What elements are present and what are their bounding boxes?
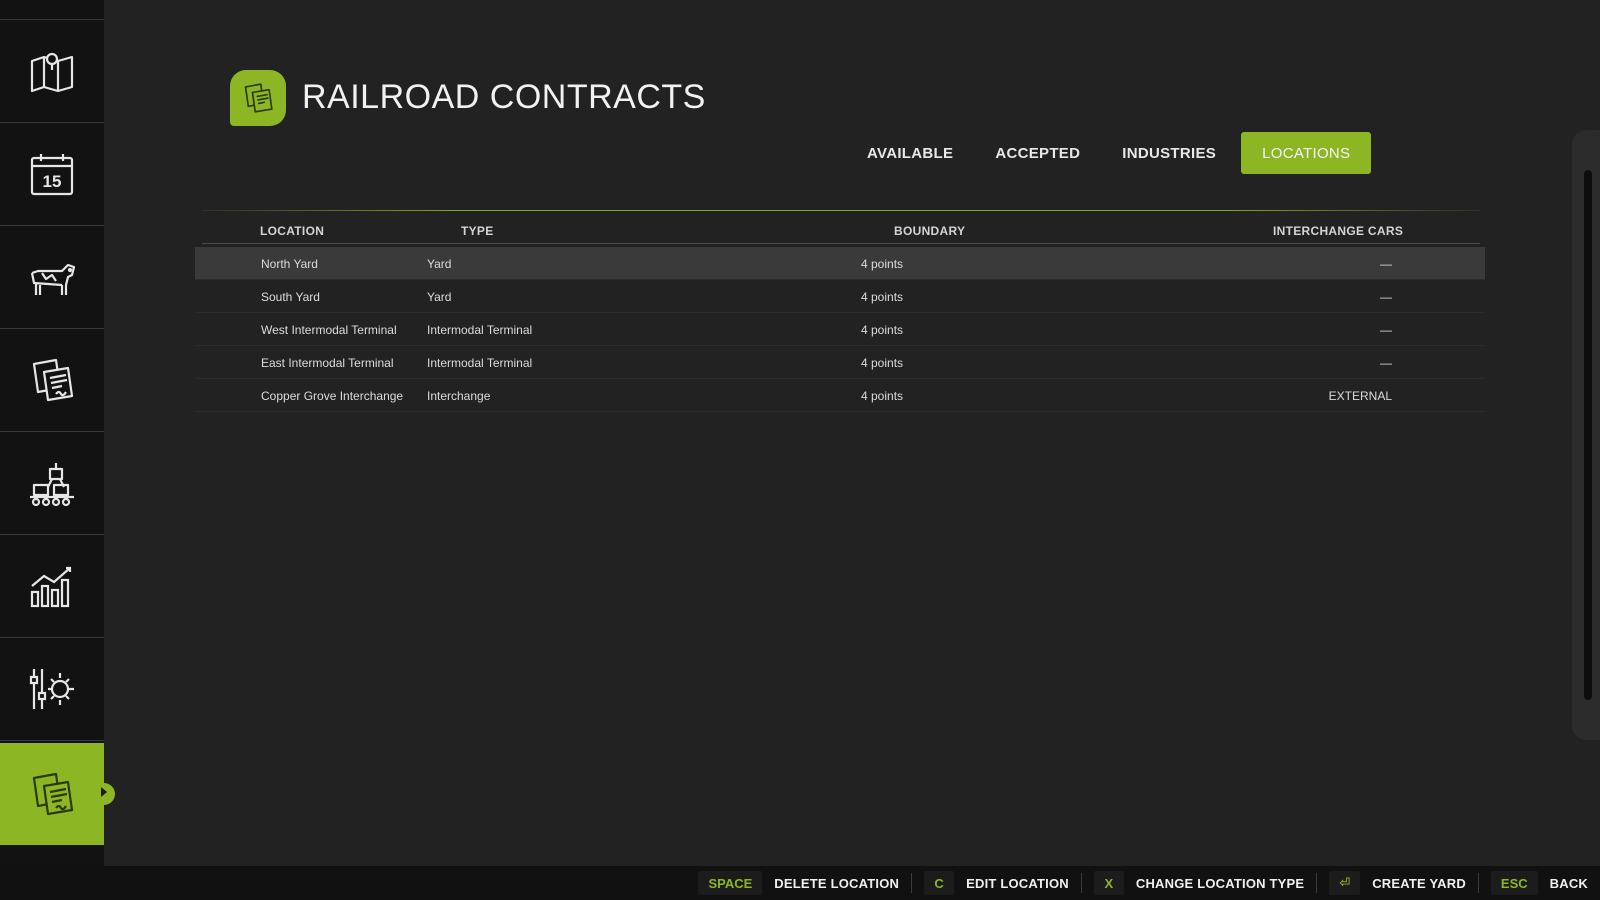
cell-type: Interchange — [427, 389, 491, 403]
hint-label: DELETE LOCATION — [774, 875, 900, 891]
tab-industries[interactable]: INDUSTRIES — [1101, 132, 1237, 174]
cell-interchange-cars: — — [1380, 356, 1392, 370]
hint-separator — [1316, 873, 1318, 893]
cell-location: East Intermodal Terminal — [261, 356, 394, 370]
column-header-boundary: BOUNDARY — [894, 224, 966, 238]
cell-boundary: 4 points — [861, 356, 904, 370]
cell-interchange-cars: — — [1380, 257, 1392, 271]
cell-interchange-cars: EXTERNAL — [1328, 389, 1392, 403]
hint-edit-location[interactable]: C EDIT LOCATION — [924, 871, 1094, 895]
tab-available[interactable]: AVAILABLE — [846, 132, 974, 174]
hint-back[interactable]: ESC BACK — [1490, 871, 1588, 895]
table-row[interactable]: East Intermodal Terminal Intermodal Term… — [195, 346, 1485, 379]
cell-location: West Intermodal Terminal — [261, 323, 397, 337]
key-badge: SPACE — [698, 871, 763, 895]
column-header-location: LOCATION — [260, 224, 325, 238]
cell-type: Yard — [427, 290, 452, 304]
statistics-icon — [30, 566, 72, 608]
enter-key-icon: ⏎ — [1329, 871, 1361, 895]
contracts-icon — [32, 358, 74, 402]
sidebar: 15 — [0, 0, 107, 866]
settings-icon — [29, 669, 74, 709]
sidebar-item-railroad-contracts[interactable] — [0, 743, 107, 845]
cell-boundary: 4 points — [861, 290, 904, 304]
production-icon — [30, 463, 74, 507]
hint-change-location-type[interactable]: X CHANGE LOCATION TYPE — [1093, 871, 1329, 895]
active-indicator-arrow — [101, 787, 107, 797]
cell-location: Copper Grove Interchange — [261, 389, 404, 403]
hint-create-yard[interactable]: ⏎ CREATE YARD — [1329, 871, 1491, 895]
key-badge: X — [1093, 871, 1124, 895]
sidebar-item-calendar[interactable]: 15 — [0, 123, 104, 226]
sidebar-item-production[interactable] — [0, 432, 104, 535]
scrollbar-thumb[interactable] — [1584, 170, 1592, 700]
page-icon — [230, 70, 286, 126]
input-hints: SPACE DELETE LOCATION C EDIT LOCATION X … — [698, 871, 1588, 895]
tab-accepted[interactable]: ACCEPTED — [974, 132, 1101, 174]
cell-interchange-cars: — — [1380, 290, 1392, 304]
key-badge: C — [924, 871, 955, 895]
cell-boundary: 4 points — [861, 323, 904, 337]
cow-icon — [30, 263, 76, 295]
hint-separator — [911, 873, 913, 893]
page-title: RAILROAD CONTRACTS — [302, 78, 706, 116]
cell-boundary: 4 points — [861, 389, 904, 403]
contracts-icon — [244, 83, 273, 113]
header-divider — [202, 210, 1480, 211]
sidebar-item-map[interactable] — [0, 20, 104, 123]
locations-table: North Yard Yard 4 points — South Yard Ya… — [195, 247, 1485, 412]
sidebar-top-spacer — [0, 0, 104, 20]
footer-bar: SPACE DELETE LOCATION C EDIT LOCATION X … — [0, 866, 1600, 900]
calendar-icon: 15 — [30, 154, 74, 196]
hint-label: CREATE YARD — [1372, 875, 1466, 891]
column-header-interchange-cars: INTERCHANGE CARS — [1273, 224, 1404, 238]
cell-type: Yard — [427, 257, 452, 271]
calendar-day-label: 15 — [43, 172, 62, 191]
table-header: LOCATION TYPE BOUNDARY INTERCHANGE CARS — [202, 220, 1480, 244]
cell-interchange-cars: — — [1380, 323, 1392, 337]
cell-type: Intermodal Terminal — [427, 356, 533, 370]
cell-boundary: 4 points — [861, 257, 904, 271]
cell-type: Intermodal Terminal — [427, 323, 533, 337]
table-row[interactable]: South Yard Yard 4 points — — [195, 280, 1485, 313]
cell-location: South Yard — [261, 290, 320, 304]
table-row[interactable]: North Yard Yard 4 points — — [195, 247, 1485, 280]
key-badge: ESC — [1490, 871, 1538, 895]
hint-label: EDIT LOCATION — [966, 875, 1069, 891]
tab-bar: AVAILABLE ACCEPTED INDUSTRIES LOCATIONS — [846, 132, 1372, 174]
sidebar-item-statistics[interactable] — [0, 535, 104, 638]
tab-locations[interactable]: LOCATIONS — [1241, 132, 1372, 174]
hint-separator — [1080, 873, 1082, 893]
sidebar-item-contracts[interactable] — [0, 329, 104, 432]
cell-location: North Yard — [261, 257, 318, 271]
sidebar-item-animals[interactable] — [0, 226, 104, 329]
sidebar-item-settings[interactable] — [0, 638, 104, 741]
hint-delete-location[interactable]: SPACE DELETE LOCATION — [698, 871, 924, 895]
table-row[interactable]: West Intermodal Terminal Intermodal Term… — [195, 313, 1485, 346]
column-header-type: TYPE — [461, 224, 494, 238]
hint-label: CHANGE LOCATION TYPE — [1135, 875, 1305, 891]
table-row[interactable]: Copper Grove Interchange Interchange 4 p… — [195, 379, 1485, 412]
railroad-contracts-icon — [32, 772, 74, 816]
hint-label: BACK — [1549, 875, 1588, 891]
hint-separator — [1477, 873, 1479, 893]
map-icon — [30, 52, 74, 93]
